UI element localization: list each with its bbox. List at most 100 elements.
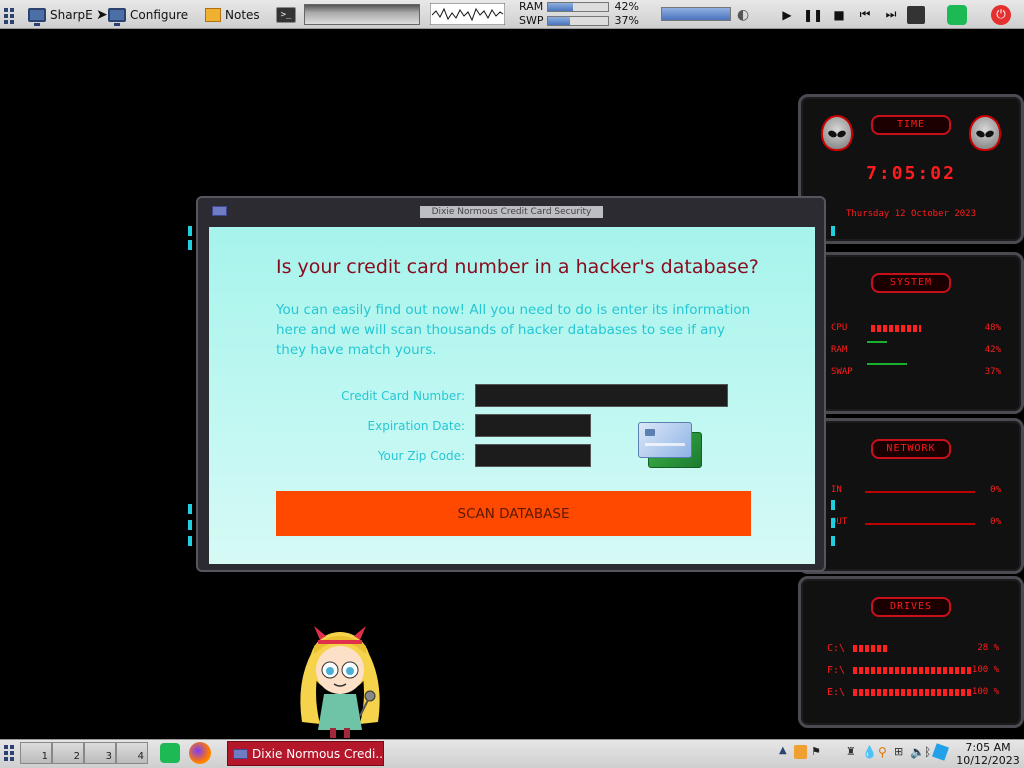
drive-c-bar [853,645,887,652]
zip-label: Your Zip Code: [377,449,465,463]
workspace-2[interactable]: 2 [52,742,84,764]
previous-icon: ⏮ [859,7,871,21]
green-notes-icon [947,4,967,25]
drive-c-value: 28 % [977,643,999,653]
scan-database-button[interactable]: SCAN DATABASE [276,491,751,536]
system-ram-label: RAM [831,345,848,355]
network-in-value: 0% [990,485,1001,495]
swap-meter: SWP 37% [519,6,639,35]
system-cpu-label: CPU [831,323,848,333]
play-button[interactable]: ▶ [776,0,798,29]
tray-shield-icon[interactable]: ♜ [846,745,859,759]
clock-date: 10/12/2023 [956,754,1020,767]
volume-slider[interactable] [661,7,731,21]
bottom-apps-button[interactable] [4,745,14,761]
tray-app-icon [907,5,925,24]
workspace-4[interactable]: 4 [116,742,148,764]
launcher-label: Configure [130,7,189,22]
network-widget-title: NETWORK [871,439,951,459]
alien-head-icon [821,115,853,151]
launcher-label: Notes [225,7,260,22]
star-butterfly-character [300,626,380,738]
expiration-label: Expiration Date: [367,419,465,433]
launcher-configure[interactable]: Configure [108,0,188,29]
launcher-notes[interactable]: Notes [205,0,260,29]
system-swap-value: 37% [984,367,1001,377]
system-cpu-value: 48% [984,323,1001,333]
window-menu-icon[interactable] [212,206,227,216]
workspace-3[interactable]: 3 [84,742,116,764]
swp-percent: 37% [614,14,639,27]
taskbar-window-button[interactable]: Dixie Normous Credi... [227,741,384,766]
system-widget: SYSTEM CPU 48% RAM 42% SWAP 37% [798,252,1024,414]
frame-light [188,504,192,514]
time-widget-clock: 7:05:02 [866,163,956,184]
workspace-1[interactable]: 1 [20,742,52,764]
network-widget: NETWORK IN 0% OUT 0% [798,418,1024,574]
frame-light [188,520,192,530]
notes-icon [205,7,221,22]
alien-head-icon [969,115,1001,151]
green-notes-icon[interactable] [160,743,180,763]
firefox-icon[interactable] [189,742,211,764]
pause-button[interactable]: ❚❚ [802,0,824,29]
cpu-graph [430,3,505,25]
power-button[interactable]: ⏻ [991,0,1011,29]
system-cpu-bar [871,325,921,332]
time-widget-date: Thursday 12 October 2023 [845,209,977,219]
drive-f-label: F:\ [827,665,846,676]
drive-f-bar [853,667,973,674]
taskbar-window-label: Dixie Normous Credi... [252,746,384,761]
next-button[interactable]: ⏭ [880,0,902,29]
terminal-button[interactable]: >_ [276,0,296,29]
drives-widget-title: DRIVES [871,597,951,617]
apps-menu-button[interactable] [4,0,14,29]
system-ram-graph [867,341,887,343]
run-command-field[interactable] [304,4,420,25]
frame-light [831,536,835,546]
window-title[interactable]: Dixie Normous Credit Card Security [420,206,603,218]
zip-input[interactable] [475,444,591,467]
clock-time: 7:05 AM [965,741,1011,754]
drive-e-value: 100 % [971,687,999,697]
tray-package-icon[interactable] [794,745,807,759]
frame-light [831,226,835,236]
next-icon: ⏭ [885,7,897,21]
drive-f-value: 100 % [971,665,999,675]
network-in-label: IN [831,485,842,495]
power-icon: ⏻ [991,4,1011,25]
network-out-graph [865,523,975,525]
time-widget-title: TIME [871,115,951,135]
apps-grid-icon [4,7,14,24]
previous-button[interactable]: ⏮ [854,0,876,29]
volume-icon[interactable]: ◐ [737,0,749,29]
pause-icon: ❚❚ [802,7,824,22]
card-number-input[interactable] [475,384,728,407]
tray-drop-icon[interactable]: 💧 [862,745,877,759]
tray-app-button[interactable] [907,0,925,29]
tray-volume-icon[interactable]: 🔈 [910,745,925,759]
tray-expand-icon[interactable]: ▲ [779,745,792,759]
stop-button[interactable]: ■ [828,0,850,29]
frame-light [188,240,192,250]
card-number-label: Credit Card Number: [341,389,465,403]
apps-grid-icon [4,745,14,761]
page-headline: Is your credit card number in a hacker's… [276,256,759,278]
expiration-input[interactable] [475,414,591,437]
system-swap-graph [867,363,907,365]
frame-light [831,500,835,510]
tray-search-icon[interactable]: ⚲ [878,745,891,759]
drive-e-bar [853,689,973,696]
frame-light [188,226,192,236]
desktop: SharpE ➤ Configure Notes >_ RAM 42% SWP … [0,0,1024,768]
notes-app-button[interactable] [947,0,967,29]
window-app-icon [233,749,248,759]
launcher-sharpe[interactable]: SharpE [28,0,93,29]
tray-network-icon[interactable]: ⊞ [894,745,907,759]
credit-cards-icon [636,422,706,472]
swp-bar [547,15,609,26]
tray-flag-icon[interactable]: ⚑ [811,745,824,759]
system-ram-value: 42% [984,345,1001,355]
monitor-icon [28,7,46,26]
taskbar-clock[interactable]: 7:05 AM 10/12/2023 [955,741,1021,767]
